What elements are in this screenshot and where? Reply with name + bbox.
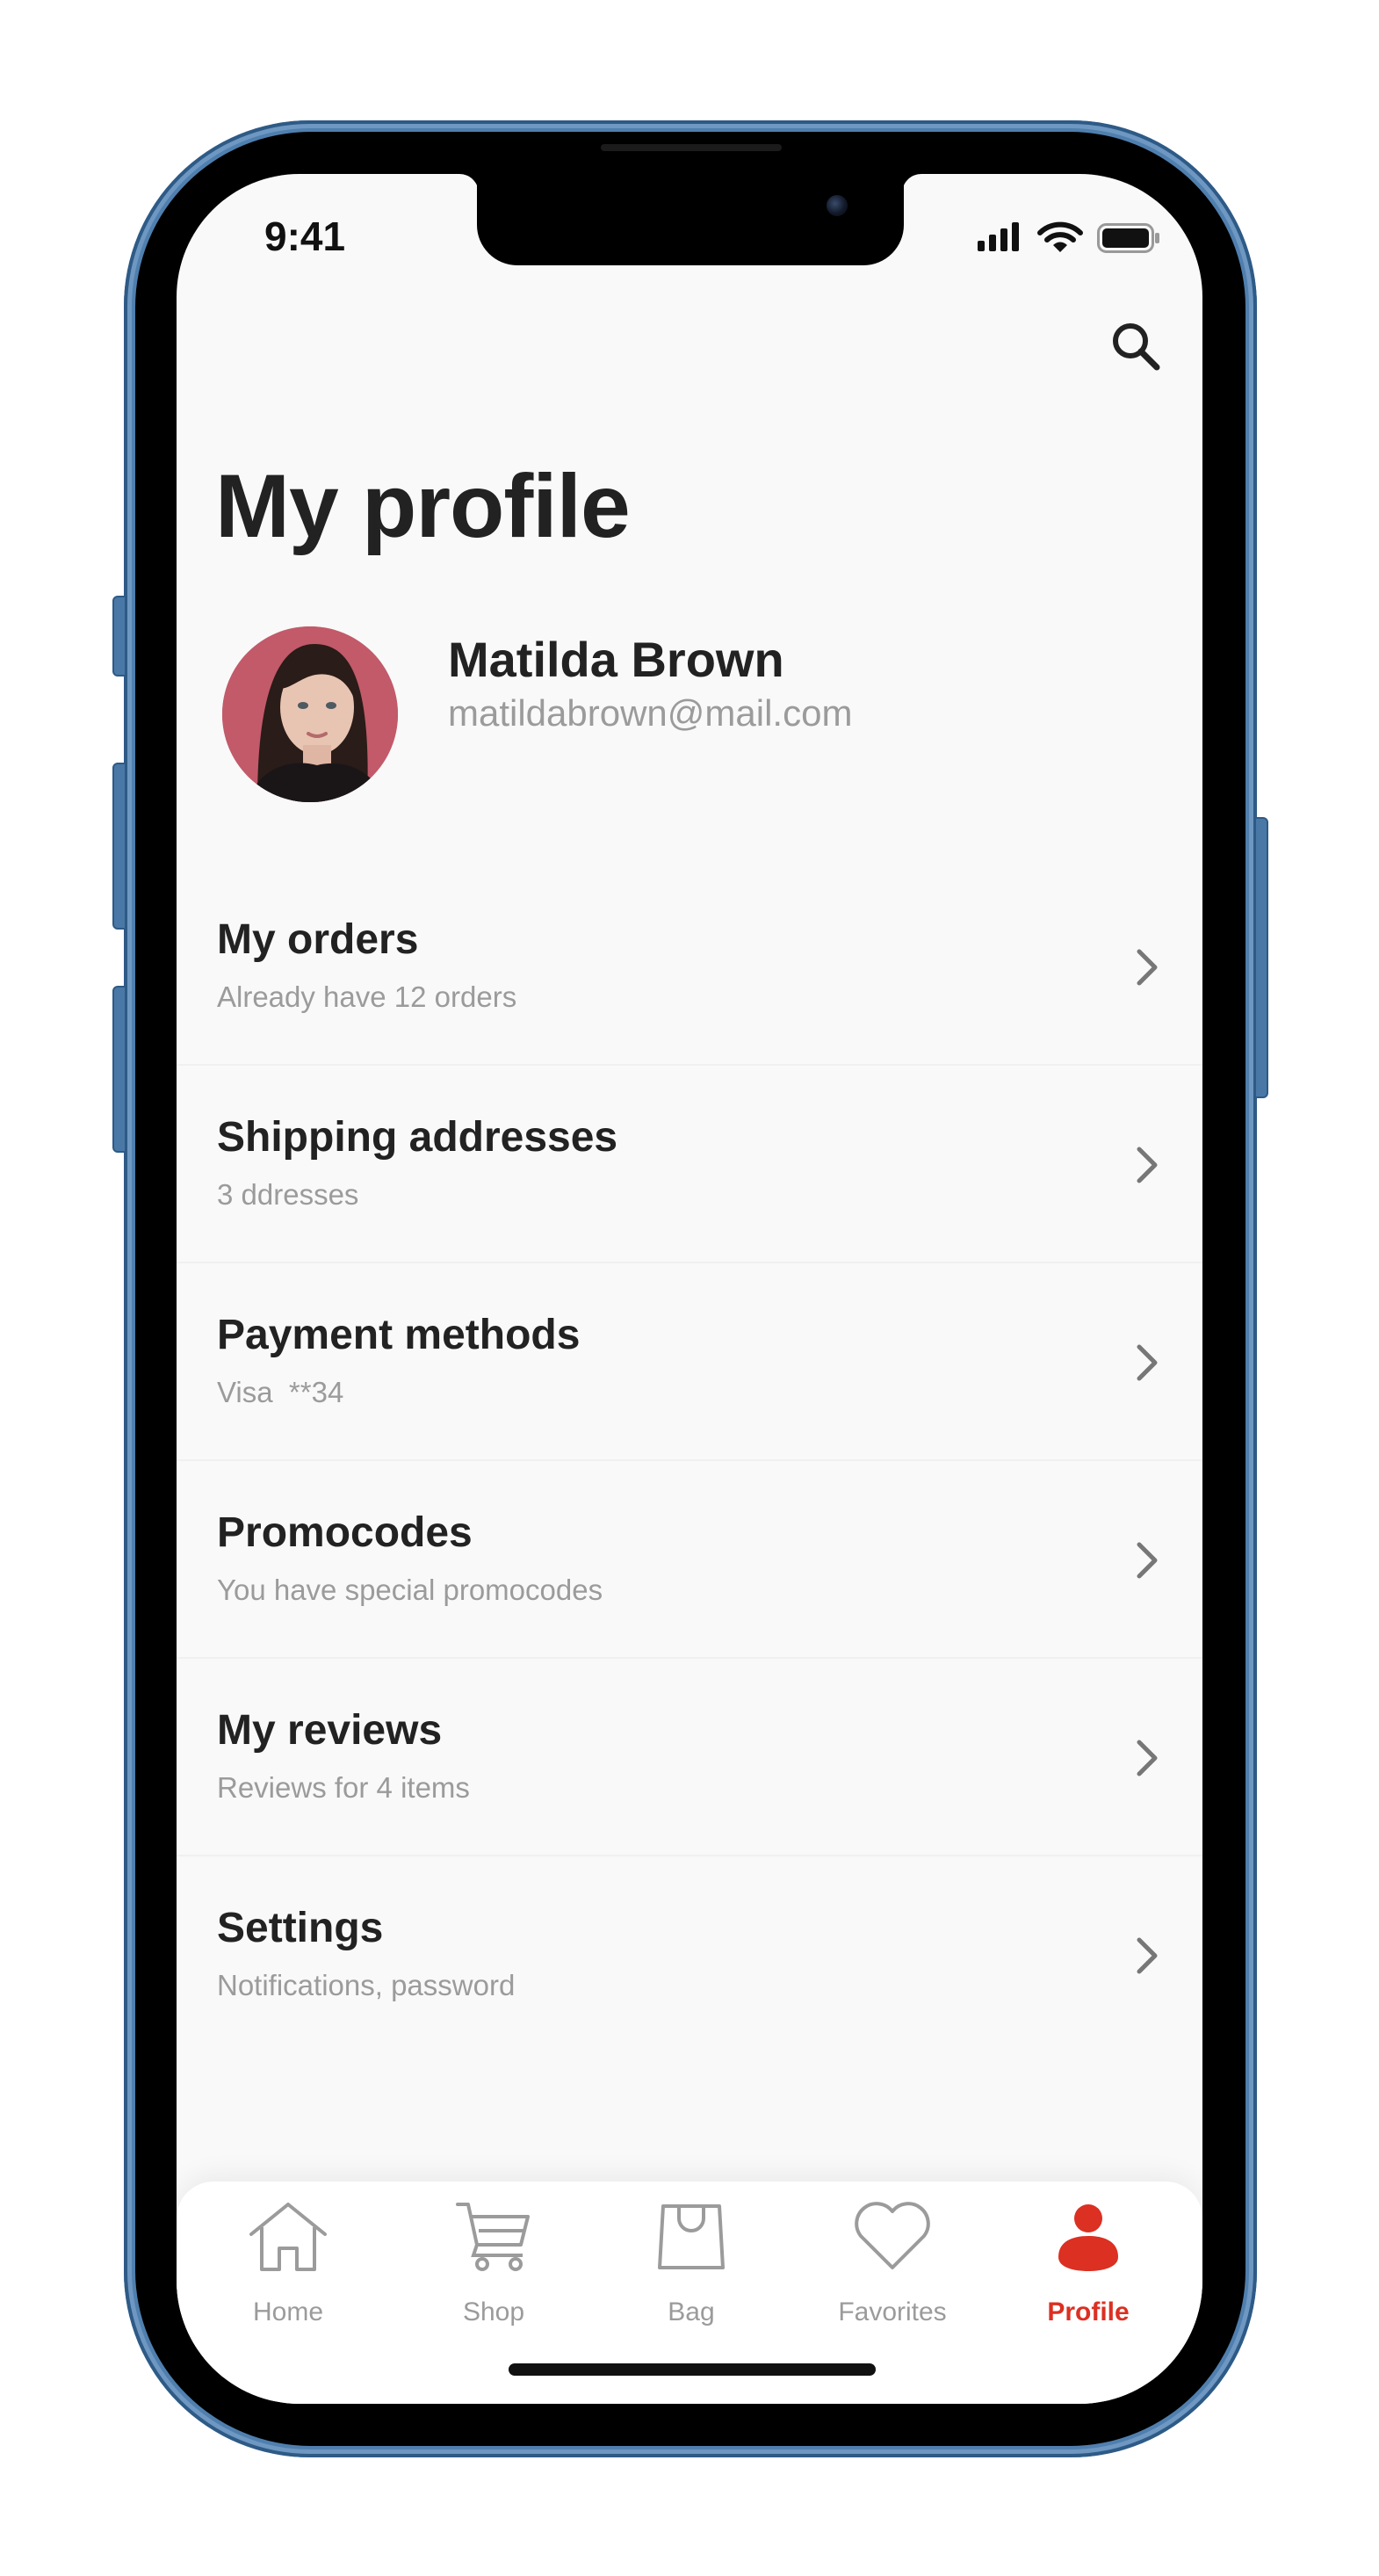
profile-menu: My orders Already have 12 orders Shippin… bbox=[177, 868, 1202, 2054]
power-button bbox=[1254, 817, 1268, 1098]
status-time: 9:41 bbox=[264, 213, 346, 259]
menu-item-payment-methods[interactable]: Payment methods Visa **34 bbox=[177, 1263, 1202, 1461]
profile-icon bbox=[1058, 2204, 1118, 2271]
chevron-right-icon bbox=[1137, 1344, 1158, 1381]
menu-item-shipping-addresses[interactable]: Shipping addresses 3 ddresses bbox=[177, 1066, 1202, 1263]
search-icon[interactable] bbox=[1108, 318, 1164, 374]
tab-home[interactable]: Home bbox=[200, 2182, 376, 2348]
avatar[interactable] bbox=[222, 626, 398, 802]
status-icons bbox=[978, 220, 1162, 255]
bag-icon bbox=[658, 2204, 725, 2269]
menu-item-settings[interactable]: Settings Notifications, password bbox=[177, 1856, 1202, 2054]
menu-item-my-reviews[interactable]: My reviews Reviews for 4 items bbox=[177, 1659, 1202, 1856]
tab-favorites[interactable]: Favorites bbox=[805, 2182, 980, 2348]
menu-item-subtitle: Notifications, password bbox=[217, 1969, 516, 2001]
earpiece-speaker bbox=[601, 144, 782, 151]
menu-item-my-orders[interactable]: My orders Already have 12 orders bbox=[177, 868, 1202, 1066]
tab-label: Bag bbox=[668, 2297, 715, 2326]
chevron-right-icon bbox=[1137, 1937, 1158, 1974]
camera-icon bbox=[827, 195, 848, 216]
tab-label: Shop bbox=[462, 2297, 525, 2326]
menu-item-title: Promocodes bbox=[217, 1509, 473, 1556]
menu-item-subtitle: 3 ddresses bbox=[217, 1178, 359, 1211]
battery-icon bbox=[1097, 223, 1159, 253]
menu-item-title: Shipping addresses bbox=[217, 1114, 618, 1161]
volume-down-button bbox=[112, 986, 126, 1153]
chevron-right-icon bbox=[1137, 1542, 1158, 1579]
heart-icon bbox=[855, 2202, 930, 2269]
menu-item-title: Payment methods bbox=[217, 1312, 581, 1358]
user-name: Matilda Brown bbox=[448, 632, 784, 687]
home-indicator bbox=[509, 2363, 876, 2376]
chevron-right-icon bbox=[1137, 949, 1158, 986]
menu-item-title: My reviews bbox=[217, 1707, 443, 1754]
tab-shop[interactable]: Shop bbox=[406, 2182, 581, 2348]
tab-label: Favorites bbox=[838, 2297, 947, 2326]
tab-label: Home bbox=[252, 2297, 324, 2326]
user-email: matildabrown@mail.com bbox=[448, 692, 853, 734]
menu-item-title: Settings bbox=[217, 1905, 384, 1951]
notch-corner-right bbox=[902, 174, 921, 193]
menu-item-subtitle: Visa **34 bbox=[217, 1376, 344, 1408]
tab-bag[interactable]: Bag bbox=[603, 2182, 779, 2348]
menu-item-subtitle: Already have 12 orders bbox=[217, 980, 517, 1013]
volume-up-button bbox=[112, 763, 126, 930]
menu-item-promocodes[interactable]: Promocodes You have special promocodes bbox=[177, 1461, 1202, 1659]
menu-item-subtitle: You have special promocodes bbox=[217, 1574, 603, 1606]
page-title: My profile bbox=[215, 456, 631, 556]
notch bbox=[477, 174, 904, 265]
home-icon bbox=[249, 2203, 327, 2271]
silent-switch bbox=[112, 596, 126, 677]
notch-corner-left bbox=[459, 174, 479, 193]
chevron-right-icon bbox=[1137, 1740, 1158, 1776]
signal-icon bbox=[978, 220, 1030, 255]
wifi-icon bbox=[1037, 221, 1083, 252]
screen: 9:41 My profile Matilda Brown matildabro… bbox=[177, 174, 1202, 2404]
tab-profile[interactable]: Profile bbox=[1000, 2182, 1176, 2348]
tab-label: Profile bbox=[1047, 2297, 1130, 2326]
chevron-right-icon bbox=[1137, 1147, 1158, 1183]
menu-item-subtitle: Reviews for 4 items bbox=[217, 1771, 470, 1804]
menu-item-title: My orders bbox=[217, 916, 419, 963]
cart-icon bbox=[456, 2203, 530, 2271]
